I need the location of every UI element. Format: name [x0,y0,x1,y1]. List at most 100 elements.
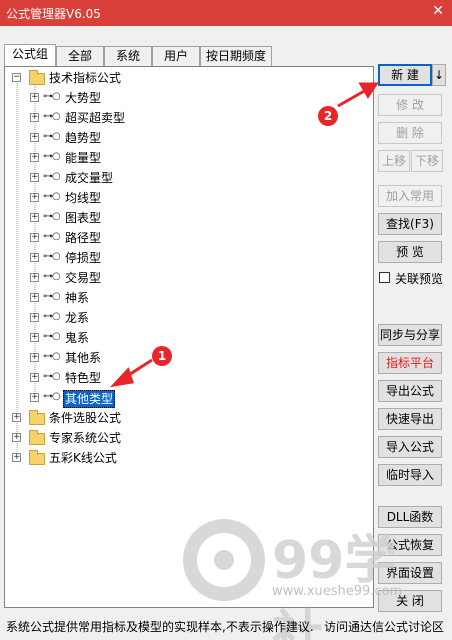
tree-node-label: 龙系 [65,311,90,325]
expand-icon[interactable]: + [30,133,39,142]
tree-node-group[interactable]: + 专家系统公式 [9,429,369,447]
indicator-platform-button[interactable]: 指标平台 [378,352,442,374]
tab-system[interactable]: 系统 [104,46,152,66]
formula-node-icon: ⊶○ [43,331,61,342]
expand-icon[interactable]: + [12,433,21,442]
status-bar: 系统公式提供常用指标及模型的实现样本,不表示操作建议. 访问通达信公式讨论区 [0,614,452,640]
expand-icon[interactable]: + [30,213,39,222]
find-button[interactable]: 查找(F3) [378,213,442,235]
formula-tree[interactable]: − 技术指标公式 + ⊶○ 大势型 + ⊶○ 超买超卖型 + ⊶○ 趋势型 + ⊶○ 能量型 +… [4,66,374,608]
tree-node-root[interactable]: − 技术指标公式 [9,69,369,87]
tree-node-label: 趋势型 [65,131,102,145]
expand-icon[interactable]: + [30,173,39,182]
tab-formula-group[interactable]: 公式组 [4,44,56,66]
expand-icon[interactable]: + [30,113,39,122]
expand-icon[interactable]: + [30,233,39,242]
sync-share-button[interactable]: 同步与分享 [378,324,442,346]
close-icon[interactable]: ✕ [432,3,444,19]
tree-node-child[interactable]: + ⊶○ 交易型 [27,269,327,287]
import-button[interactable]: 导入公式 [378,436,442,458]
expand-icon[interactable]: + [12,413,21,422]
tree-node-child[interactable]: + ⊶○ 图表型 [27,209,327,227]
formula-node-icon: ⊶○ [43,171,61,182]
tree-node-child[interactable]: + ⊶○ 路径型 [27,229,327,247]
tree-node-label: 鬼系 [65,331,90,345]
formula-node-icon: ⊶○ [43,91,61,102]
annotation-badge-1: 1 [152,346,172,366]
tree-node-label: 其他系 [65,351,102,365]
tree-node-label: 专家系统公式 [49,431,122,445]
tree-node-label: 特色型 [65,371,102,385]
folder-icon [29,430,45,445]
tab-user[interactable]: 用户 [152,46,200,66]
linked-preview-label: 关联预览 [395,272,444,286]
expand-icon[interactable]: + [30,293,39,302]
expand-icon[interactable]: + [12,453,21,462]
close-button[interactable]: 关 闭 [378,590,442,612]
tab-all[interactable]: 全部 [56,46,104,66]
temp-import-button[interactable]: 临时导入 [378,464,442,486]
forum-link[interactable]: 访问通达信公式讨论区 [324,614,444,640]
linked-preview-checkbox[interactable] [379,272,390,283]
move-up-button[interactable]: 上移 [378,150,410,172]
window-title: 公式管理器V6.05 [6,7,101,21]
expand-icon[interactable]: + [30,353,39,362]
tree-node-group[interactable]: + 五彩K线公式 [9,449,369,467]
annotation-badge-2: 2 [318,106,338,126]
tree-node-child[interactable]: + ⊶○ 超买超卖型 [27,109,327,127]
formula-node-icon: ⊶○ [43,271,61,282]
new-button[interactable]: 新 建 [378,64,432,86]
tree-node-child[interactable]: + ⊶○ 其他系 [27,349,327,367]
formula-node-icon: ⊶○ [43,391,61,402]
tree-node-child[interactable]: + ⊶○ 成交量型 [27,169,327,187]
tab-by-date-frequency[interactable]: 按日期频度 [200,46,272,66]
expand-icon[interactable]: + [30,373,39,382]
expand-icon[interactable]: + [30,93,39,102]
new-dropdown-icon[interactable]: ↓ [432,64,446,86]
formula-node-icon: ⊶○ [43,351,61,362]
expand-icon[interactable]: + [30,273,39,282]
export-button[interactable]: 导出公式 [378,380,442,402]
formula-node-icon: ⊶○ [43,211,61,222]
expand-icon[interactable]: + [30,253,39,262]
tree-node-group[interactable]: + 条件选股公式 [9,409,369,427]
expand-icon[interactable]: + [30,333,39,342]
collapse-icon[interactable]: − [12,73,21,82]
formula-node-icon: ⊶○ [43,131,61,142]
tree-node-label: 条件选股公式 [49,411,122,425]
dll-function-button[interactable]: DLL函数 [378,506,442,528]
formula-node-icon: ⊶○ [43,291,61,302]
expand-icon[interactable]: + [30,393,39,402]
restore-button[interactable]: 公式恢复 [378,534,442,556]
interface-settings-button[interactable]: 界面设置 [378,562,442,584]
modify-button[interactable]: 修 改 [378,94,442,116]
tree-node-child[interactable]: + ⊶○ 特色型 [27,369,327,387]
tree-node-child[interactable]: + ⊶○ 大势型 [27,89,327,107]
formula-node-icon: ⊶○ [43,231,61,242]
tree-node-label: 五彩K线公式 [49,451,117,465]
tree-node-child[interactable]: + ⊶○ 神系 [27,289,327,307]
tree-node-child[interactable]: + ⊶○ 鬼系 [27,329,327,347]
expand-icon[interactable]: + [30,313,39,322]
title-bar: 公式管理器V6.05 ✕ [0,0,452,26]
tree-node-label: 技术指标公式 [49,71,122,85]
add-common-button[interactable]: 加入常用 [378,185,442,207]
expand-icon[interactable]: + [30,193,39,202]
formula-node-icon: ⊶○ [43,111,61,122]
tree-node-child[interactable]: + ⊶○ 能量型 [27,149,327,167]
tree-node-selected[interactable]: + ⊶○ 其他类型 [27,389,327,408]
tree-node-child[interactable]: + ⊶○ 停损型 [27,249,327,267]
tree-node-child[interactable]: + ⊶○ 均线型 [27,189,327,207]
status-message: 系统公式提供常用指标及模型的实现样本,不表示操作建议. [6,620,314,634]
folder-icon [29,70,45,85]
tree-node-label: 大势型 [65,91,102,105]
quick-export-button[interactable]: 快速导出 [378,408,442,430]
tree-node-label: 能量型 [65,151,102,165]
delete-button[interactable]: 删 除 [378,122,442,144]
formula-node-icon: ⊶○ [43,151,61,162]
tree-node-child[interactable]: + ⊶○ 趋势型 [27,129,327,147]
tree-node-child[interactable]: + ⊶○ 龙系 [27,309,327,327]
preview-button[interactable]: 预 览 [378,241,442,263]
expand-icon[interactable]: + [30,153,39,162]
move-down-button[interactable]: 下移 [411,150,443,172]
